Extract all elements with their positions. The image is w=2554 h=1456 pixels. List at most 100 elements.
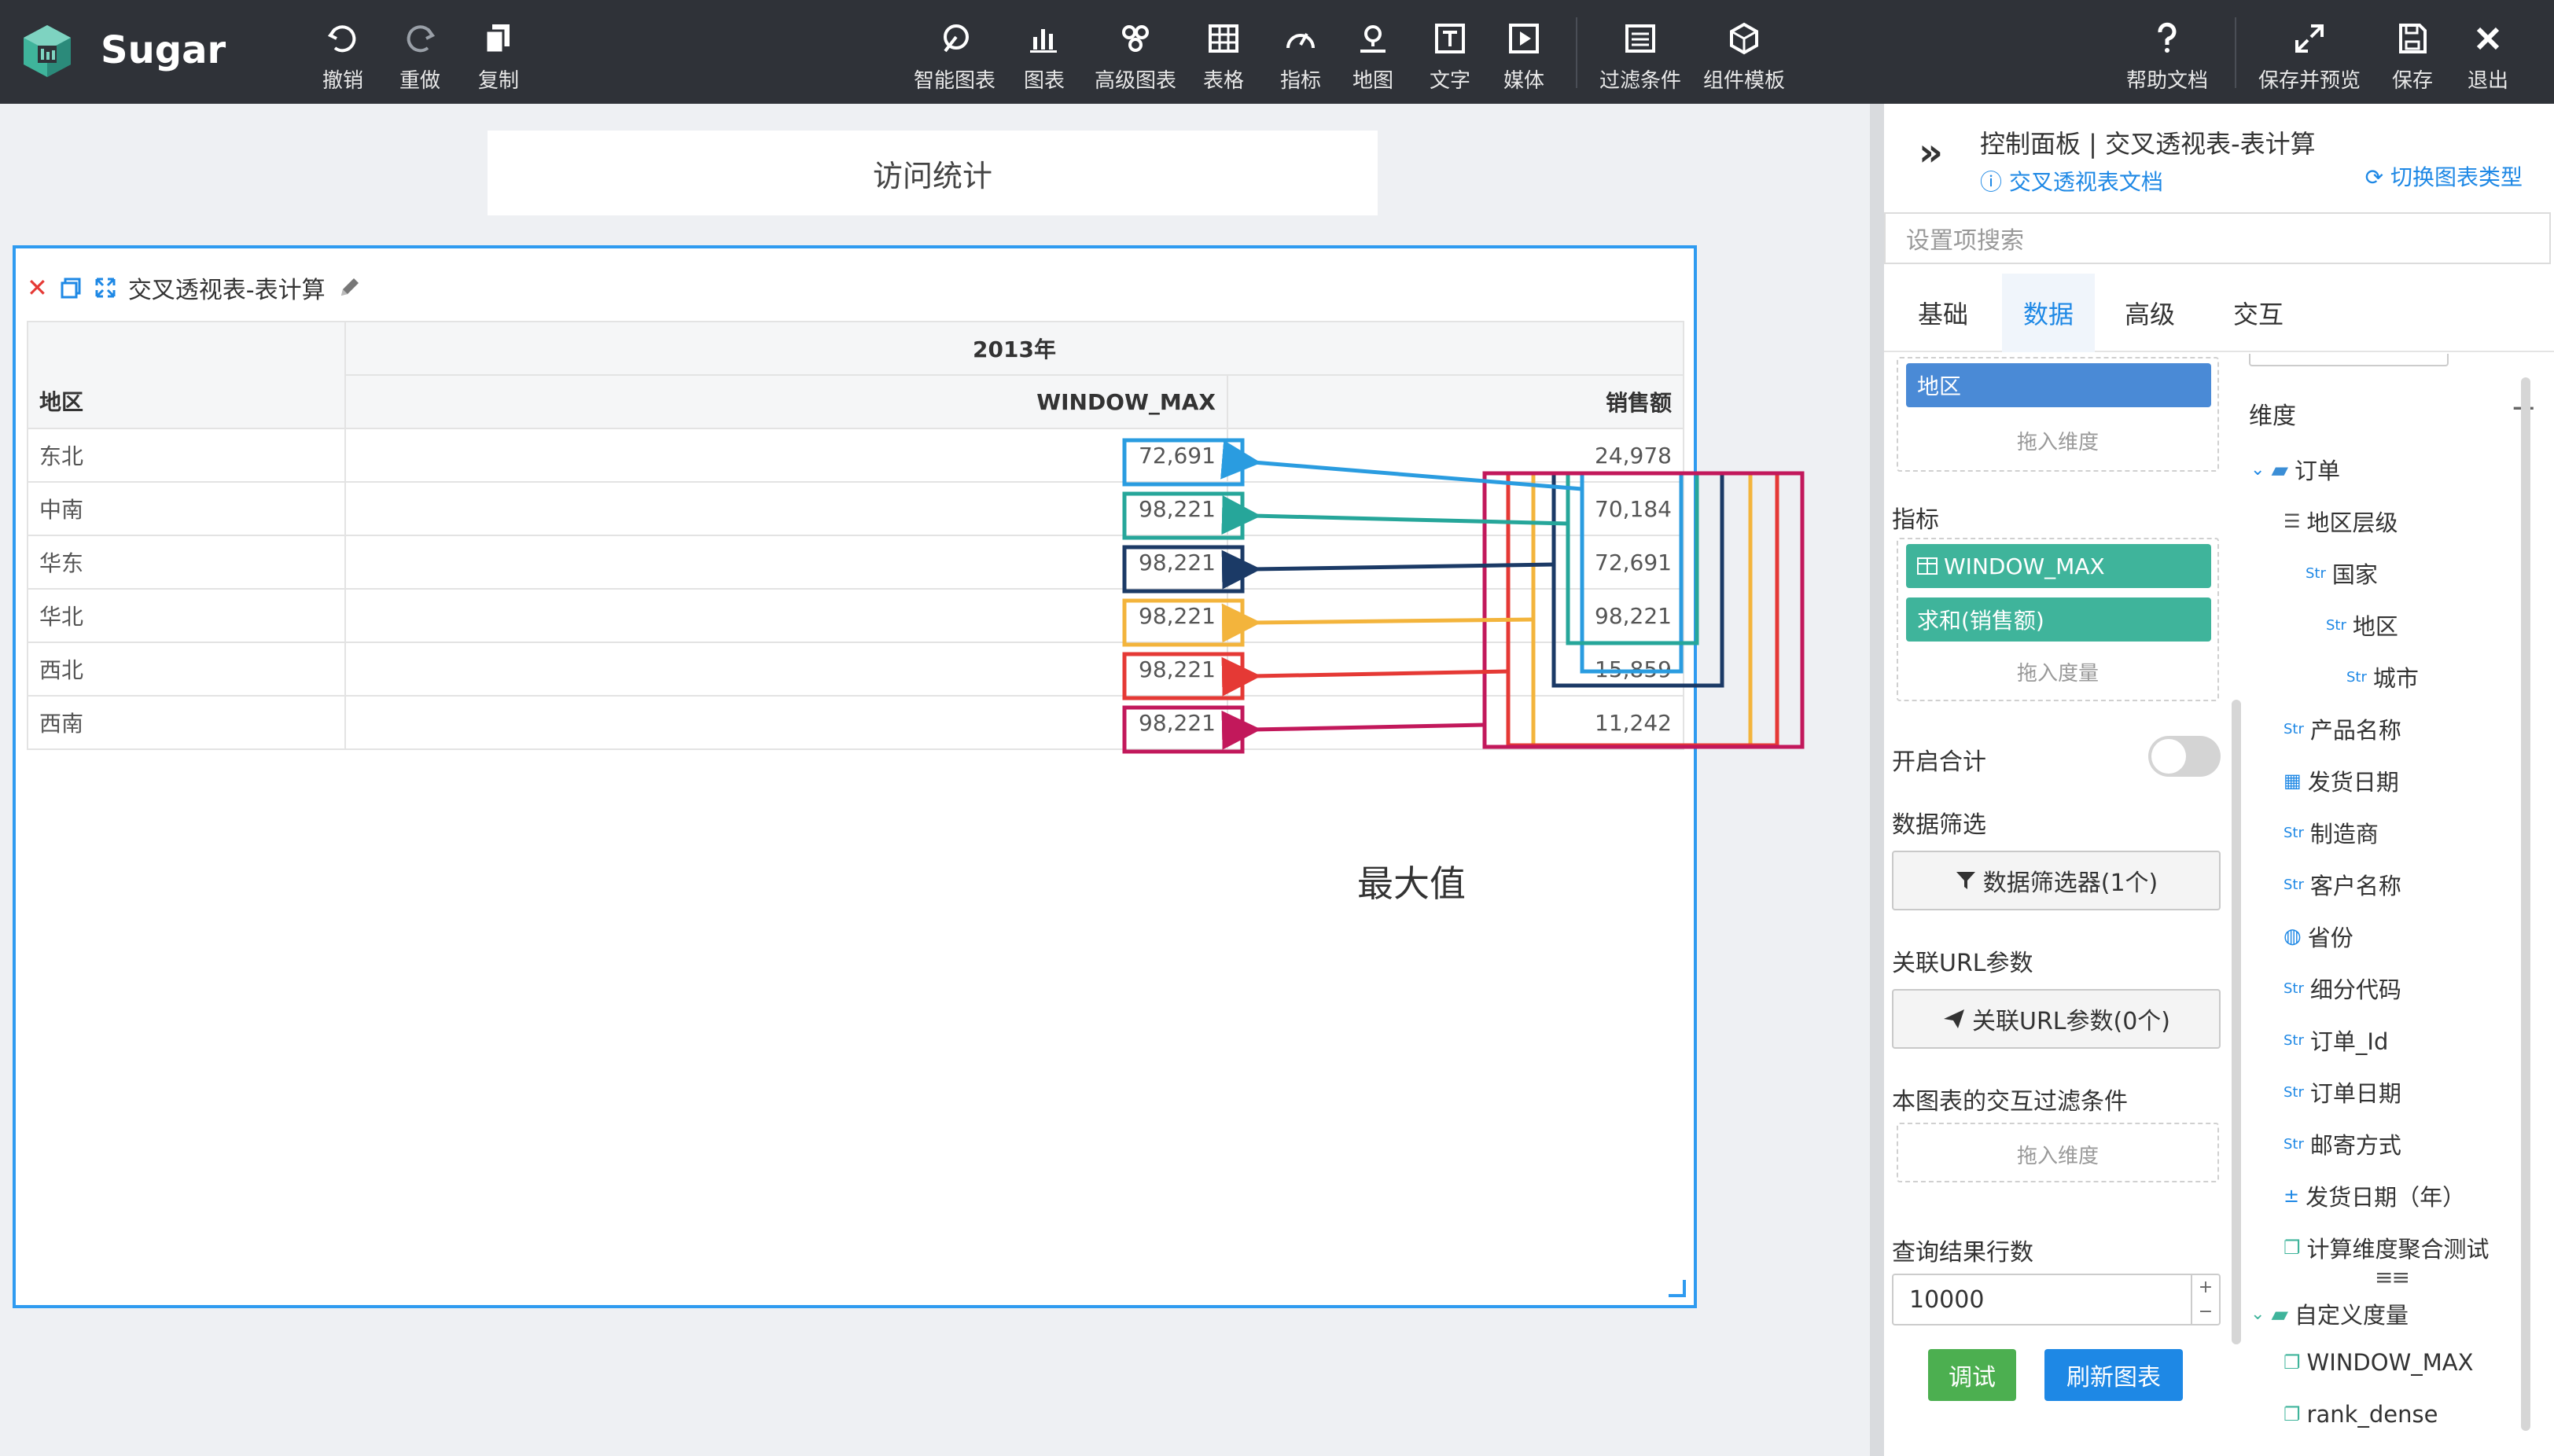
string-type-icon: Str xyxy=(2284,980,2304,997)
indicator-pill-sum-sales[interactable]: 求和(销售额) xyxy=(1906,597,2211,642)
chart-button[interactable]: 图表 xyxy=(1024,16,1065,94)
string-type-icon: Str xyxy=(2284,1083,2304,1101)
tree-item-product-name[interactable]: Str 产品名称 xyxy=(2284,712,2401,745)
string-type-icon: Str xyxy=(2326,616,2346,634)
tree-folder-custom-measure[interactable]: ⌄ ▰ 自定义度量 xyxy=(2250,1297,2409,1330)
annotation-arrow-5 xyxy=(1221,710,1485,750)
collapse-panel-icon[interactable]: » xyxy=(1919,131,1943,175)
calculated-field-icon: ❐ xyxy=(2284,1403,2301,1425)
annotation-overlay xyxy=(1122,438,1805,754)
text-icon xyxy=(1435,24,1465,53)
tree-item-ship-mode[interactable]: Str 邮寄方式 xyxy=(2284,1127,2401,1160)
measure-dropzone[interactable]: WINDOW_MAX 求和(销售额) 拖入度量 xyxy=(1897,538,2219,701)
string-type-icon: Str xyxy=(2284,1031,2304,1049)
tab-basic[interactable]: 基础 xyxy=(1884,274,2002,352)
tab-interaction[interactable]: 交互 xyxy=(2205,274,2312,352)
data-filter-button[interactable]: 数据筛选器(1个) xyxy=(1892,851,2221,910)
table-small-icon xyxy=(1917,557,1938,575)
tree-scrollbar[interactable] xyxy=(2521,377,2530,1431)
toggle-knob xyxy=(2151,739,2186,774)
tree-split-grip[interactable]: ≡≡ xyxy=(2375,1264,2410,1290)
tree-item-manufacturer[interactable]: Str 制造商 xyxy=(2284,816,2379,849)
toolbar-separator xyxy=(1576,17,1577,88)
indicator-pill-window-max[interactable]: WINDOW_MAX xyxy=(1906,544,2211,588)
string-type-icon: Str xyxy=(2284,720,2304,737)
help-doc-button[interactable]: 帮助文档 xyxy=(2126,16,2208,94)
table-icon xyxy=(1209,24,1238,53)
field-search-box[interactable] xyxy=(2249,354,2449,366)
tree-item-order-date[interactable]: Str 订单日期 xyxy=(2284,1075,2401,1109)
bar-chart-icon xyxy=(1030,29,1057,53)
media-play-icon xyxy=(1509,24,1539,53)
tree-item-city[interactable]: Str 城市 xyxy=(2346,660,2419,693)
redo-icon xyxy=(407,25,436,53)
tree-item-order-id[interactable]: Str 订单_Id xyxy=(2284,1024,2388,1057)
advanced-chart-icon xyxy=(1122,25,1149,52)
copy-button[interactable]: 复制 xyxy=(478,16,519,94)
tree-folder-order[interactable]: ⌄ ▰ 订单 xyxy=(2250,453,2340,486)
advanced-chart-button[interactable]: 高级图表 xyxy=(1095,16,1176,94)
left-column-scrollbar[interactable] xyxy=(2232,700,2241,1344)
data-filter-label: 数据筛选 xyxy=(1892,811,1986,839)
component-template-button[interactable]: 组件模板 xyxy=(1703,16,1785,94)
tab-advanced[interactable]: 高级 xyxy=(2095,274,2205,352)
tree-item-calc-dim-test[interactable]: ❐ 计算维度聚合测试 xyxy=(2284,1231,2490,1264)
smart-chart-button[interactable]: 智能图表 xyxy=(914,16,995,94)
query-rows-stepper[interactable]: + − xyxy=(2191,1275,2219,1324)
exit-button[interactable]: 退出 xyxy=(2468,16,2508,94)
debug-button[interactable]: 调试 xyxy=(1928,1349,2016,1401)
dimension-pill-region[interactable]: 地区 xyxy=(1906,363,2211,407)
tab-data[interactable]: 数据 xyxy=(2002,274,2095,352)
query-rows-input[interactable]: 10000 + − xyxy=(1892,1274,2221,1325)
table-button[interactable]: 表格 xyxy=(1203,16,1244,94)
funnel-icon xyxy=(1956,872,1975,889)
interaction-filter-dropzone[interactable]: 拖入维度 xyxy=(1897,1123,2219,1182)
top-toolbar: Sugar 撤销 重做 复制 智能图表 图表 高级图表 表格 指标 地图 文字 xyxy=(0,0,2554,104)
gauge-icon xyxy=(1286,33,1315,49)
folder-open-icon: ▰ xyxy=(2271,1300,2288,1327)
tree-item-window-max[interactable]: ❐ WINDOW_MAX xyxy=(2284,1349,2474,1376)
tree-item-region[interactable]: Str 地区 xyxy=(2326,609,2398,642)
tree-item-province[interactable]: ◍ 省份 xyxy=(2284,920,2353,953)
refresh-chart-button[interactable]: 刷新图表 xyxy=(2044,1349,2183,1401)
tree-item-customer-name[interactable]: Str 客户名称 xyxy=(2284,868,2401,901)
sugar-logo-icon xyxy=(24,25,71,77)
pivot-doc-link[interactable]: ⓘ 交叉透视表文档 xyxy=(1980,165,2163,197)
media-button[interactable]: 媒体 xyxy=(1503,16,1544,94)
dimension-tree-column: 维度 + ⌄▰订单 ☰地区层级 Str国家 Str地区 Str城市 Str产品名… xyxy=(2241,354,2554,1456)
help-icon xyxy=(2158,22,2177,53)
filter-button[interactable]: 过滤条件 xyxy=(1599,16,1681,94)
panel-collapse-bar[interactable] xyxy=(1870,104,1884,1456)
undo-button[interactable]: 撤销 xyxy=(322,16,363,94)
annotation-arrow-1 xyxy=(1221,495,1569,535)
cube-icon xyxy=(1730,22,1758,55)
enable-total-toggle[interactable] xyxy=(2148,736,2221,777)
text-button[interactable]: 文字 xyxy=(1430,16,1470,94)
tree-item-segment-code[interactable]: Str 细分代码 xyxy=(2284,972,2401,1005)
highlight-box-1 xyxy=(1122,491,1245,540)
tree-item-region-level[interactable]: ☰ 地区层级 xyxy=(2284,505,2398,538)
string-type-icon: Str xyxy=(2284,876,2304,893)
tree-item-ship-year[interactable]: ± 发货日期（年） xyxy=(2284,1179,2465,1212)
save-icon xyxy=(2399,24,2427,53)
tree-item-country[interactable]: Str 国家 xyxy=(2306,557,2378,590)
settings-search-input[interactable]: 设置项搜索 xyxy=(1884,212,2551,264)
undo-icon xyxy=(327,25,356,53)
save-button[interactable]: 保存 xyxy=(2392,16,2433,94)
switch-chart-type-link[interactable]: ⟳ 切换图表类型 xyxy=(2365,160,2523,192)
url-param-label: 关联URL参数 xyxy=(1892,950,2033,977)
redo-button[interactable]: 重做 xyxy=(399,16,440,94)
dimension-dropzone[interactable]: 地区 拖入维度 xyxy=(1897,357,2219,472)
smart-chart-icon xyxy=(944,24,969,53)
folder-open-icon: ▰ xyxy=(2271,456,2288,483)
window-bracket-4 xyxy=(1506,471,1779,748)
window-bracket-3 xyxy=(1531,471,1753,748)
tree-item-rank-dense[interactable]: ❐ rank_dense xyxy=(2284,1401,2438,1428)
highlight-box-2 xyxy=(1122,545,1245,594)
tree-item-ship-date[interactable]: ▦ 发货日期 xyxy=(2284,764,2399,797)
save-preview-button[interactable]: 保存并预览 xyxy=(2258,16,2361,94)
url-param-button[interactable]: 关联URL参数(0个) xyxy=(1892,989,2221,1049)
map-button[interactable]: 地图 xyxy=(1352,16,1393,94)
highlight-box-5 xyxy=(1122,705,1245,754)
indicator-button[interactable]: 指标 xyxy=(1280,16,1321,94)
